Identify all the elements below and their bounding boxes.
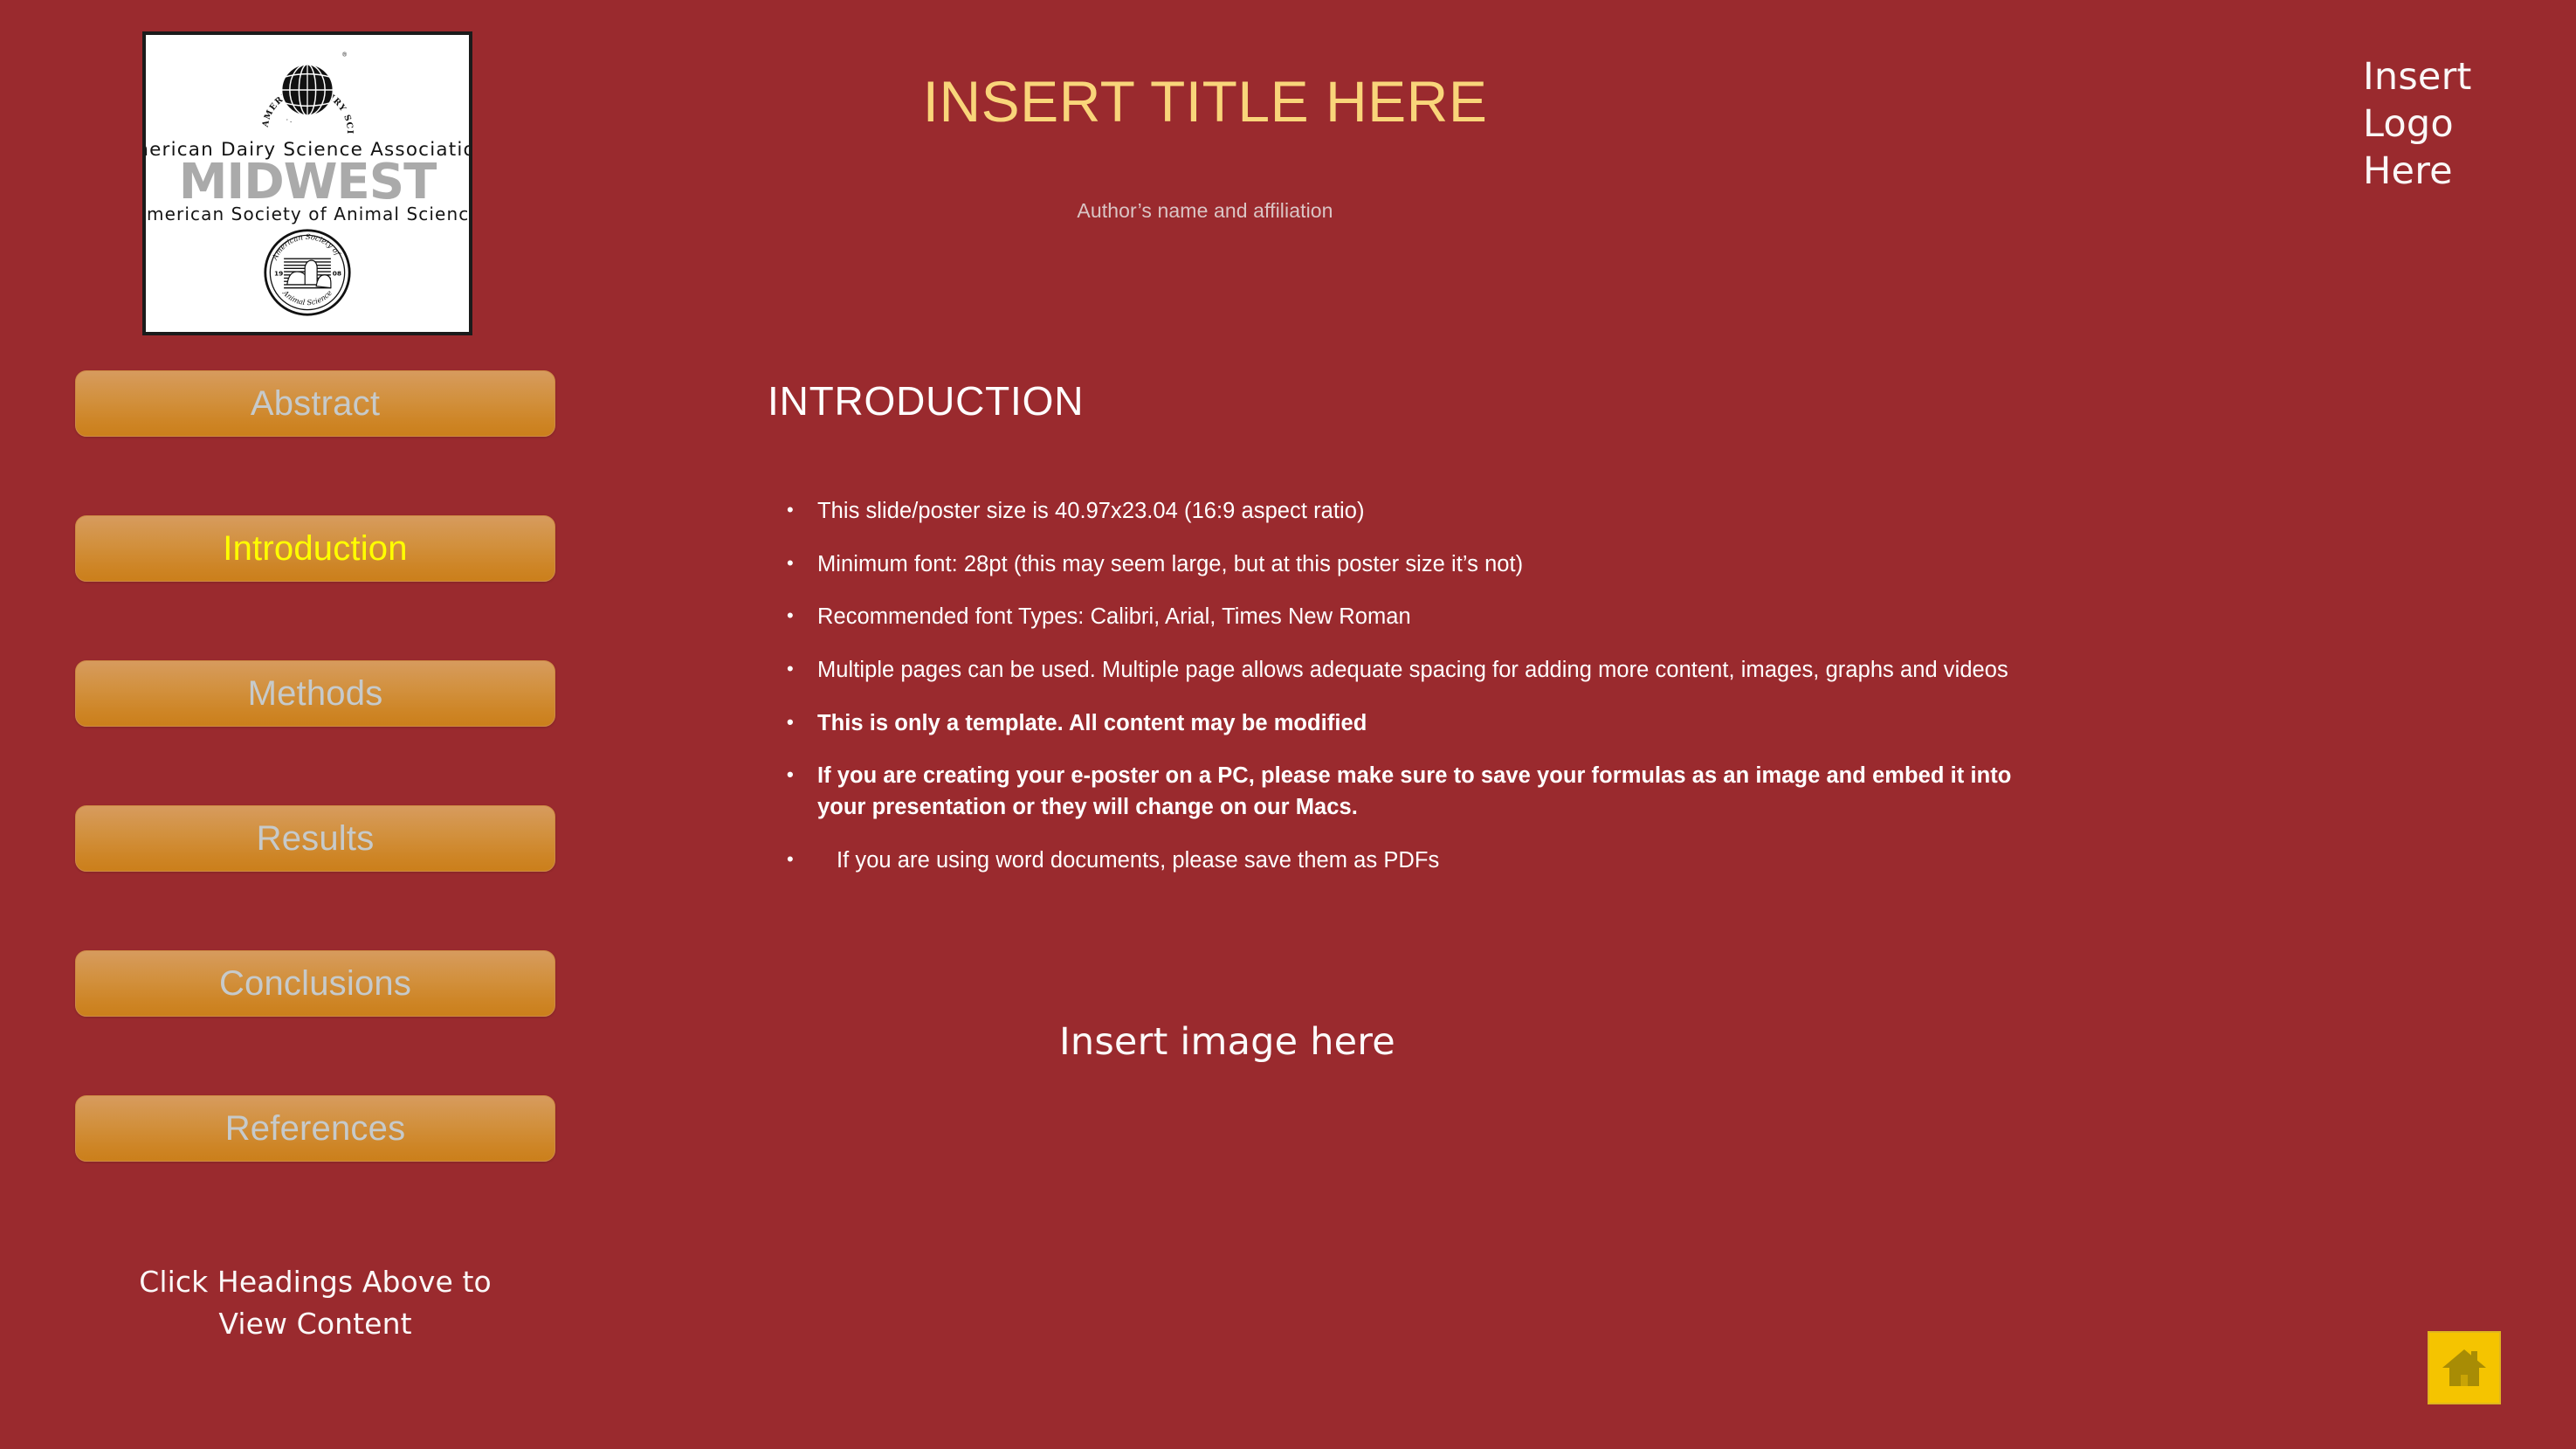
bullet-item: This is only a template. All content may…	[771, 708, 2063, 740]
sidebar-item-references[interactable]: References	[75, 1095, 555, 1162]
navigation-hint-line-2: View Content	[218, 1306, 412, 1341]
bullet-item: Multiple pages can be used. Multiple pag…	[771, 655, 2063, 687]
svg-text:®: ®	[341, 52, 347, 59]
adsa-globe-icon: AMERICAN DAIRY SCIENCE ASSOCIATION · · ®	[258, 42, 354, 135]
svg-text:08: 08	[333, 269, 341, 277]
introduction-bullet-list: This slide/poster size is 40.97x23.04 (1…	[771, 496, 2063, 899]
poster-header: INSERT TITLE HERE Author’s name and affi…	[611, 69, 1799, 223]
sidebar-item-methods[interactable]: Methods	[75, 660, 555, 727]
svg-text:19: 19	[274, 269, 283, 277]
home-icon	[2442, 1349, 2486, 1386]
bullet-item: Recommended font Types: Calibri, Arial, …	[771, 602, 2063, 633]
bullet-item: If you are creating your e-poster on a P…	[771, 761, 2063, 823]
association-logo-panel: AMERICAN DAIRY SCIENCE ASSOCIATION · · ®…	[142, 31, 472, 335]
sidebar-item-introduction[interactable]: Introduction	[75, 515, 555, 582]
sidebar-item-abstract[interactable]: Abstract	[75, 370, 555, 437]
image-placeholder[interactable]: Insert image here	[1059, 1020, 1395, 1064]
poster-authors: Author’s name and affiliation	[1077, 198, 1333, 222]
logo-placeholder-line-3: Here	[2363, 148, 2453, 193]
section-navigation: Abstract Introduction Methods Results Conclu…	[75, 370, 555, 1240]
home-button[interactable]	[2428, 1331, 2501, 1404]
logo-placeholder-line-1: Insert	[2363, 55, 2472, 99]
bullet-item: This slide/poster size is 40.97x23.04 (1…	[771, 496, 2063, 528]
poster-title: INSERT TITLE HERE	[922, 69, 1488, 134]
midwest-wordmark: MIDWEST	[178, 154, 437, 210]
sidebar-item-conclusions[interactable]: Conclusions	[75, 950, 555, 1017]
logo-placeholder[interactable]: Insert Logo Here	[2363, 54, 2546, 195]
sidebar-item-results[interactable]: Results	[75, 805, 555, 872]
navigation-hint: Click Headings Above to View Content	[75, 1261, 555, 1345]
section-heading: INTRODUCTION	[768, 378, 1085, 424]
logo-placeholder-line-2: Logo	[2363, 101, 2454, 146]
svg-text:Animal Science: Animal Science	[280, 287, 334, 307]
bullet-item: Minimum font: 28pt (this may seem large,…	[771, 549, 2063, 581]
asas-seal-icon: American Society of Animal Science 19 08	[264, 228, 351, 316]
bullet-item: If you are using word documents, please …	[771, 845, 2063, 877]
navigation-hint-line-1: Click Headings Above to	[139, 1265, 492, 1299]
asas-organization-name: American Society of Animal Science	[142, 203, 472, 224]
svg-text:· ·: · ·	[284, 115, 294, 126]
